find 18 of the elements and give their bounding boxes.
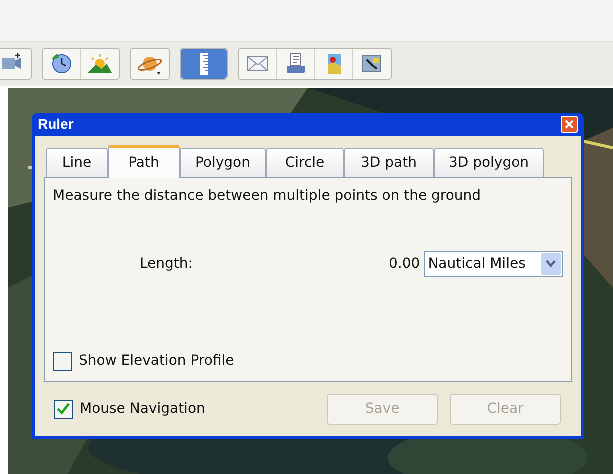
check-icon	[57, 403, 70, 415]
close-button[interactable]	[561, 116, 578, 133]
tab[interactable]: 3D path	[344, 148, 434, 177]
checkbox-option[interactable]: Show Elevation Profile	[53, 351, 563, 372]
checkbox[interactable]	[54, 400, 73, 418]
tab[interactable]: Path	[108, 145, 180, 178]
unit-dropdown[interactable]: Nautical Miles	[424, 251, 563, 277]
tab[interactable]: Polygon	[180, 148, 266, 177]
close-icon	[565, 120, 574, 129]
description-text: Measure the distance between multiple points on the ground	[53, 187, 482, 206]
tab[interactable]: Circle	[266, 148, 344, 177]
dialog-title: Ruler	[38, 115, 74, 134]
length-label: Length:	[140, 254, 194, 274]
length-value: 0.00	[388, 254, 422, 274]
tab[interactable]: 3D polygon	[434, 148, 544, 177]
tab[interactable]: Line	[46, 148, 108, 177]
checkbox-option[interactable]: Mouse Navigation	[54, 398, 206, 420]
checkbox[interactable]	[53, 352, 72, 371]
